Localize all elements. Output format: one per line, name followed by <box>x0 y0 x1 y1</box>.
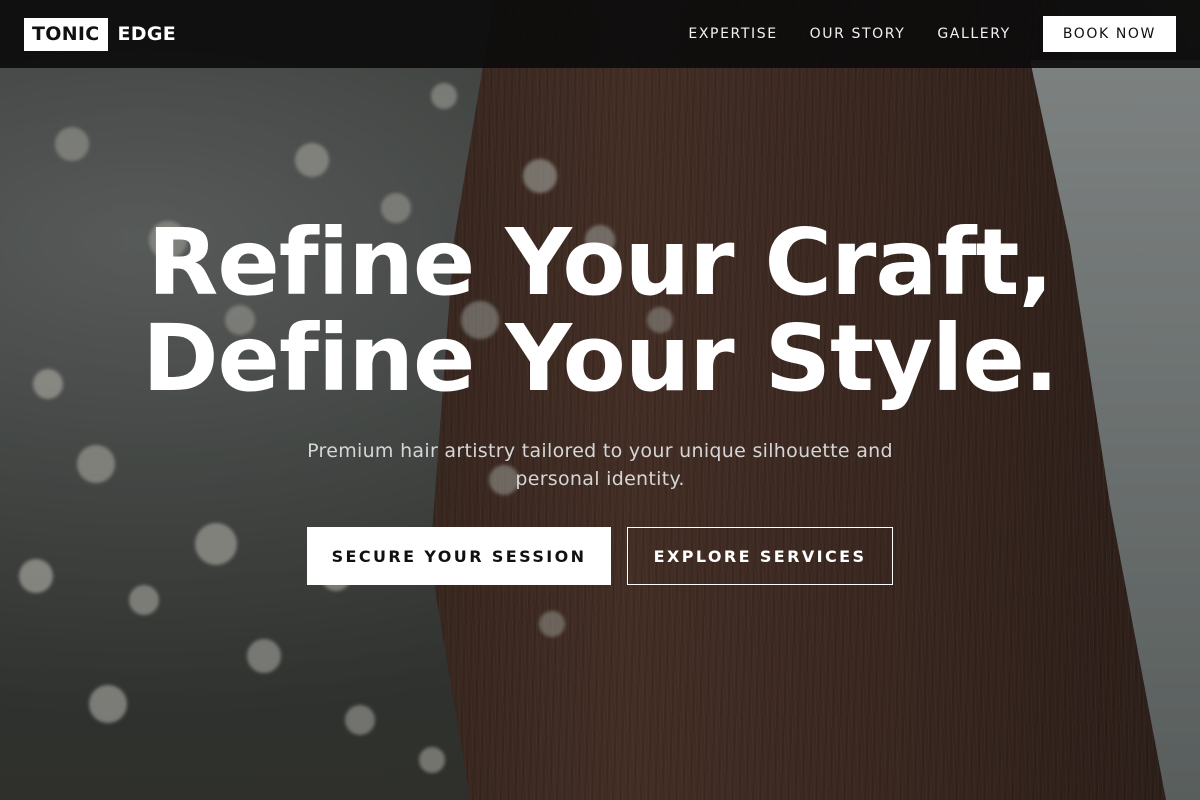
headline-line-2: Define Your Style. <box>142 305 1059 412</box>
explore-services-button[interactable]: EXPLORE SERVICES <box>627 527 893 585</box>
navbar: TONIC EDGE EXPERTISE OUR STORY GALLERY B… <box>0 0 1200 68</box>
nav-link-gallery[interactable]: GALLERY <box>937 26 1010 42</box>
logo[interactable]: TONIC EDGE <box>24 17 177 51</box>
nav-link-our-story[interactable]: OUR STORY <box>810 26 906 42</box>
hero-buttons: SECURE YOUR SESSION EXPLORE SERVICES <box>0 527 1200 585</box>
nav-link-expertise[interactable]: EXPERTISE <box>688 26 777 42</box>
hero-content: Refine Your Craft, Define Your Style. Pr… <box>0 215 1200 585</box>
logo-box-text: TONIC <box>24 17 108 51</box>
hero-subtext: Premium hair artistry tailored to your u… <box>307 440 893 490</box>
headline-line-1: Refine Your Craft, <box>147 209 1054 316</box>
main-nav: EXPERTISE OUR STORY GALLERY BOOK NOW <box>688 16 1176 52</box>
secure-session-button[interactable]: SECURE YOUR SESSION <box>307 527 611 585</box>
book-now-button[interactable]: BOOK NOW <box>1042 16 1176 52</box>
hero-headline: Refine Your Craft, Define Your Style. <box>0 215 1200 407</box>
logo-rest-text: EDGE <box>117 23 177 45</box>
